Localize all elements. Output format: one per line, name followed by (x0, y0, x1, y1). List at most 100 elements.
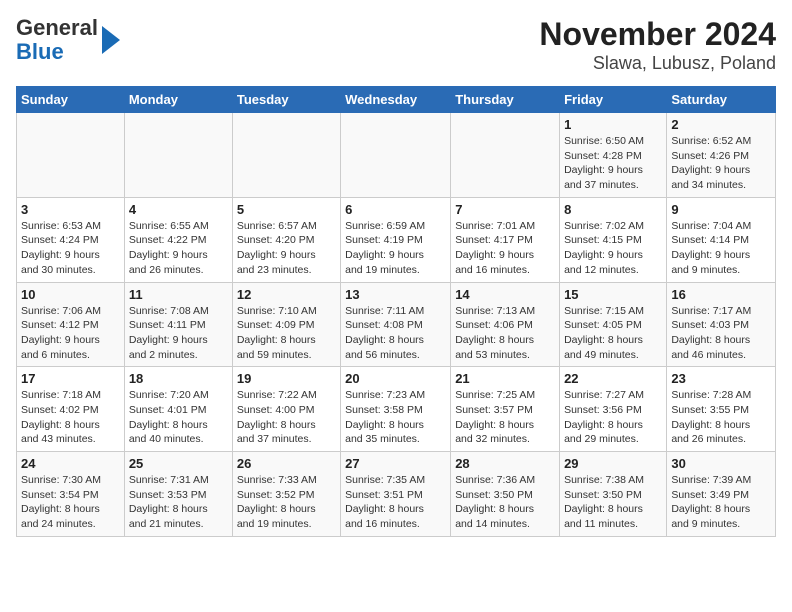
day-info: Sunrise: 7:25 AM Sunset: 3:57 PM Dayligh… (455, 388, 555, 447)
day-number: 1 (564, 117, 662, 132)
logo-blue: Blue (16, 39, 64, 64)
page-subtitle: Slawa, Lubusz, Poland (539, 53, 776, 74)
day-info: Sunrise: 7:23 AM Sunset: 3:58 PM Dayligh… (345, 388, 446, 447)
calendar-cell: 2 Sunrise: 6:52 AM Sunset: 4:26 PM Daylig… (667, 113, 776, 198)
day-number: 3 (21, 202, 120, 217)
calendar-cell: 13Sunrise: 7:11 AM Sunset: 4:08 PM Dayli… (341, 282, 451, 367)
calendar-cell: 15 Sunrise: 7:15 AM Sunset: 4:05 PM Dayli… (560, 282, 667, 367)
day-info: Sunrise: 7:17 AM Sunset: 4:03 PM Dayligh… (671, 304, 771, 363)
day-info: Sunrise: 7:36 AM Sunset: 3:50 PM Dayligh… (455, 473, 555, 532)
calendar-cell (451, 113, 560, 198)
day-info: Sunrise: 7:22 AM Sunset: 4:00 PM Dayligh… (237, 388, 336, 447)
calendar-cell: 21 Sunrise: 7:25 AM Sunset: 3:57 PM Dayli… (451, 367, 560, 452)
day-info: Sunrise: 7:18 AM Sunset: 4:02 PM Dayligh… (21, 388, 120, 447)
day-number: 25 (129, 456, 228, 471)
calendar-cell (124, 113, 232, 198)
calendar-week-row: 24Sunrise: 7:30 AM Sunset: 3:54 PM Dayli… (17, 452, 776, 537)
day-info: Sunrise: 7:28 AM Sunset: 3:55 PM Dayligh… (671, 388, 771, 447)
calendar-week-row: 17 Sunrise: 7:18 AM Sunset: 4:02 PM Dayli… (17, 367, 776, 452)
day-number: 18 (129, 371, 228, 386)
day-info: Sunrise: 7:13 AM Sunset: 4:06 PM Dayligh… (455, 304, 555, 363)
calendar-week-row: 10 Sunrise: 7:06 AM Sunset: 4:12 PM Dayli… (17, 282, 776, 367)
day-info: Sunrise: 7:04 AM Sunset: 4:14 PM Dayligh… (671, 219, 771, 278)
calendar-cell: 28 Sunrise: 7:36 AM Sunset: 3:50 PM Dayli… (451, 452, 560, 537)
calendar-cell: 8 Sunrise: 7:02 AM Sunset: 4:15 PM Daylig… (560, 197, 667, 282)
day-info: Sunrise: 6:55 AM Sunset: 4:22 PM Dayligh… (129, 219, 228, 278)
calendar-cell: 20 Sunrise: 7:23 AM Sunset: 3:58 PM Dayli… (341, 367, 451, 452)
calendar-cell: 14 Sunrise: 7:13 AM Sunset: 4:06 PM Dayli… (451, 282, 560, 367)
calendar-cell: 25 Sunrise: 7:31 AM Sunset: 3:53 PM Dayli… (124, 452, 232, 537)
calendar-cell: 3 Sunrise: 6:53 AM Sunset: 4:24 PM Daylig… (17, 197, 125, 282)
calendar-cell: 4 Sunrise: 6:55 AM Sunset: 4:22 PM Daylig… (124, 197, 232, 282)
day-number: 16 (671, 287, 771, 302)
calendar-cell: 24Sunrise: 7:30 AM Sunset: 3:54 PM Dayli… (17, 452, 125, 537)
day-number: 21 (455, 371, 555, 386)
calendar-cell: 11Sunrise: 7:08 AM Sunset: 4:11 PM Dayli… (124, 282, 232, 367)
day-number: 28 (455, 456, 555, 471)
title-block: November 2024 Slawa, Lubusz, Poland (539, 16, 776, 74)
day-info: Sunrise: 7:31 AM Sunset: 3:53 PM Dayligh… (129, 473, 228, 532)
day-info: Sunrise: 6:53 AM Sunset: 4:24 PM Dayligh… (21, 219, 120, 278)
calendar-cell: 18 Sunrise: 7:20 AM Sunset: 4:01 PM Dayli… (124, 367, 232, 452)
day-number: 24 (21, 456, 120, 471)
calendar-cell: 22Sunrise: 7:27 AM Sunset: 3:56 PM Dayli… (560, 367, 667, 452)
logo: General Blue (16, 16, 120, 64)
day-number: 26 (237, 456, 336, 471)
day-info: Sunrise: 6:50 AM Sunset: 4:28 PM Dayligh… (564, 134, 662, 193)
calendar-cell: 29Sunrise: 7:38 AM Sunset: 3:50 PM Dayli… (560, 452, 667, 537)
day-number: 10 (21, 287, 120, 302)
day-info: Sunrise: 7:01 AM Sunset: 4:17 PM Dayligh… (455, 219, 555, 278)
column-header-wednesday: Wednesday (341, 87, 451, 113)
calendar-table: SundayMondayTuesdayWednesdayThursdayFrid… (16, 86, 776, 537)
calendar-week-row: 3 Sunrise: 6:53 AM Sunset: 4:24 PM Daylig… (17, 197, 776, 282)
calendar-cell: 10 Sunrise: 7:06 AM Sunset: 4:12 PM Dayli… (17, 282, 125, 367)
calendar-cell (232, 113, 340, 198)
day-info: Sunrise: 7:39 AM Sunset: 3:49 PM Dayligh… (671, 473, 771, 532)
logo-general: General (16, 15, 98, 40)
day-number: 19 (237, 371, 336, 386)
day-number: 15 (564, 287, 662, 302)
day-info: Sunrise: 7:02 AM Sunset: 4:15 PM Dayligh… (564, 219, 662, 278)
day-info: Sunrise: 7:10 AM Sunset: 4:09 PM Dayligh… (237, 304, 336, 363)
calendar-cell: 7Sunrise: 7:01 AM Sunset: 4:17 PM Daylig… (451, 197, 560, 282)
day-number: 20 (345, 371, 446, 386)
calendar-cell: 9 Sunrise: 7:04 AM Sunset: 4:14 PM Daylig… (667, 197, 776, 282)
column-header-tuesday: Tuesday (232, 87, 340, 113)
day-number: 5 (237, 202, 336, 217)
calendar-cell: 16 Sunrise: 7:17 AM Sunset: 4:03 PM Dayli… (667, 282, 776, 367)
calendar-cell: 27Sunrise: 7:35 AM Sunset: 3:51 PM Dayli… (341, 452, 451, 537)
day-info: Sunrise: 6:59 AM Sunset: 4:19 PM Dayligh… (345, 219, 446, 278)
day-number: 6 (345, 202, 446, 217)
column-header-monday: Monday (124, 87, 232, 113)
page-header: General Blue November 2024 Slawa, Lubusz… (16, 16, 776, 74)
day-number: 17 (21, 371, 120, 386)
column-header-friday: Friday (560, 87, 667, 113)
day-number: 4 (129, 202, 228, 217)
day-info: Sunrise: 6:52 AM Sunset: 4:26 PM Dayligh… (671, 134, 771, 193)
calendar-cell (17, 113, 125, 198)
day-number: 8 (564, 202, 662, 217)
calendar-header-row: SundayMondayTuesdayWednesdayThursdayFrid… (17, 87, 776, 113)
column-header-thursday: Thursday (451, 87, 560, 113)
day-number: 13 (345, 287, 446, 302)
day-number: 14 (455, 287, 555, 302)
day-number: 9 (671, 202, 771, 217)
day-info: Sunrise: 7:06 AM Sunset: 4:12 PM Dayligh… (21, 304, 120, 363)
day-info: Sunrise: 7:20 AM Sunset: 4:01 PM Dayligh… (129, 388, 228, 447)
day-info: Sunrise: 7:33 AM Sunset: 3:52 PM Dayligh… (237, 473, 336, 532)
day-info: Sunrise: 7:35 AM Sunset: 3:51 PM Dayligh… (345, 473, 446, 532)
day-info: Sunrise: 7:38 AM Sunset: 3:50 PM Dayligh… (564, 473, 662, 532)
day-info: Sunrise: 7:15 AM Sunset: 4:05 PM Dayligh… (564, 304, 662, 363)
calendar-cell: 17 Sunrise: 7:18 AM Sunset: 4:02 PM Dayli… (17, 367, 125, 452)
day-number: 23 (671, 371, 771, 386)
day-number: 2 (671, 117, 771, 132)
calendar-cell: 12 Sunrise: 7:10 AM Sunset: 4:09 PM Dayli… (232, 282, 340, 367)
day-info: Sunrise: 7:27 AM Sunset: 3:56 PM Dayligh… (564, 388, 662, 447)
calendar-cell: 6 Sunrise: 6:59 AM Sunset: 4:19 PM Daylig… (341, 197, 451, 282)
logo-arrow-icon (102, 26, 120, 54)
calendar-cell: 5 Sunrise: 6:57 AM Sunset: 4:20 PM Daylig… (232, 197, 340, 282)
calendar-cell: 23 Sunrise: 7:28 AM Sunset: 3:55 PM Dayli… (667, 367, 776, 452)
day-number: 12 (237, 287, 336, 302)
day-info: Sunrise: 6:57 AM Sunset: 4:20 PM Dayligh… (237, 219, 336, 278)
column-header-sunday: Sunday (17, 87, 125, 113)
